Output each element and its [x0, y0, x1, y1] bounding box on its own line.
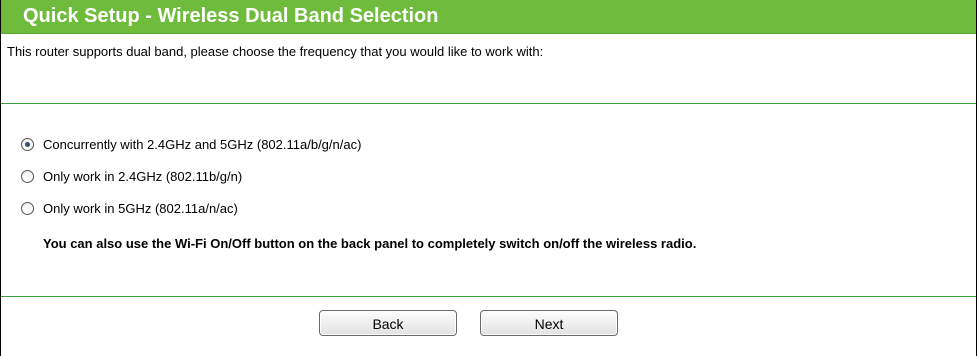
- band-option-label: Only work in 5GHz (802.11a/n/ac): [43, 200, 238, 216]
- back-button[interactable]: Back: [319, 310, 457, 336]
- quick-setup-page: Quick Setup - Wireless Dual Band Selecti…: [0, 0, 977, 356]
- band-option-label: Only work in 2.4GHz (802.11b/g/n): [43, 168, 243, 184]
- divider-bottom: [1, 296, 976, 297]
- radio-button-concurrent[interactable]: [21, 137, 34, 151]
- radio-button-5ghz[interactable]: [21, 201, 34, 215]
- page-title: Quick Setup - Wireless Dual Band Selecti…: [23, 5, 439, 27]
- title-bar: Quick Setup - Wireless Dual Band Selecti…: [1, 0, 976, 34]
- radio-button-2-4ghz[interactable]: [21, 169, 34, 183]
- next-button[interactable]: Next: [480, 310, 618, 336]
- intro-text: This router supports dual band, please c…: [7, 44, 544, 59]
- band-option-5ghz[interactable]: Only work in 5GHz (802.11a/n/ac): [21, 198, 238, 218]
- band-option-label: Concurrently with 2.4GHz and 5GHz (802.1…: [43, 136, 362, 152]
- band-option-concurrent[interactable]: Concurrently with 2.4GHz and 5GHz (802.1…: [21, 134, 361, 154]
- band-option-2-4ghz[interactable]: Only work in 2.4GHz (802.11b/g/n): [21, 166, 242, 186]
- wifi-button-note: You can also use the Wi-Fi On/Off button…: [43, 236, 697, 251]
- divider-top: [1, 103, 976, 104]
